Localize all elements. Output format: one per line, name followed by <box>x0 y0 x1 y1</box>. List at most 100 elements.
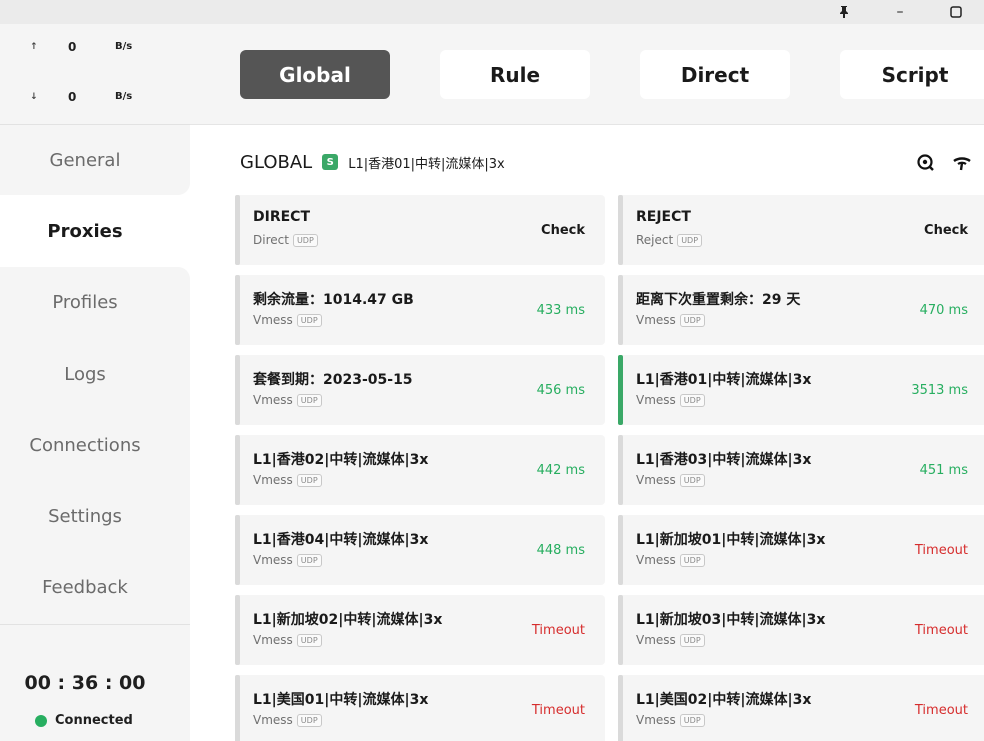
proxy-name: L1|香港01|中转|流媒体|3x <box>636 372 812 388</box>
udp-badge: UDP <box>296 473 322 487</box>
card-indicator <box>235 275 240 345</box>
status-dot-icon <box>35 714 47 727</box>
group-current-proxy: L1|香港01|中转|流媒体|3x <box>348 156 505 172</box>
proxy-type: Vmess <box>636 393 676 407</box>
udp-badge: UDP <box>679 633 705 647</box>
proxy-card[interactable]: L1|新加坡03|中转|流媒体|3x Vmess UDP Timeout <box>618 595 984 665</box>
proxy-meta: Vmess UDP <box>636 393 705 407</box>
proxy-meta: Vmess UDP <box>253 553 322 567</box>
check-button[interactable]: Check <box>541 223 585 238</box>
maximize-icon[interactable] <box>936 0 976 24</box>
download-arrow-icon: ↓ <box>30 92 38 102</box>
card-indicator <box>618 675 623 741</box>
main-panel: Global Rule Direct Script GLOBAL S L1|香港… <box>190 24 984 741</box>
proxy-type: Vmess <box>253 633 293 647</box>
udp-badge: UDP <box>296 633 322 647</box>
delay-value[interactable]: 448 ms <box>537 543 585 558</box>
proxy-card[interactable]: 距离下次重置剩余：29 天 Vmess UDP 470 ms <box>618 275 984 345</box>
proxy-card[interactable]: L1|香港03|中转|流媒体|3x Vmess UDP 451 ms <box>618 435 984 505</box>
delay-value[interactable]: Timeout <box>915 623 968 638</box>
connection-label: Connected <box>55 713 133 728</box>
proxy-type: Reject <box>636 233 674 247</box>
delay-value[interactable]: 433 ms <box>537 303 585 318</box>
proxy-name: 距离下次重置剩余：29 天 <box>636 292 801 308</box>
mode-script-button[interactable]: Script <box>840 50 984 99</box>
sidebar: ↑ 0 B/s ↓ 0 B/s General Proxies Profiles… <box>0 24 190 741</box>
mode-rule-button[interactable]: Rule <box>440 50 590 99</box>
proxy-card[interactable]: L1|美国01|中转|流媒体|3x Vmess UDP Timeout <box>235 675 605 741</box>
proxy-meta: Vmess UDP <box>253 633 322 647</box>
delay-value[interactable]: 442 ms <box>537 463 585 478</box>
proxy-group-header[interactable]: GLOBAL S L1|香港01|中转|流媒体|3x <box>240 150 505 174</box>
proxy-card[interactable]: L1|新加坡02|中转|流媒体|3x Vmess UDP Timeout <box>235 595 605 665</box>
delay-value[interactable]: 456 ms <box>537 383 585 398</box>
nav-item-connections[interactable]: Connections <box>0 435 170 456</box>
proxy-card[interactable]: 套餐到期：2023-05-15 Vmess UDP 456 ms <box>235 355 605 425</box>
card-indicator <box>235 595 240 665</box>
proxy-meta: Direct UDP <box>253 233 318 247</box>
title-bar: – <box>0 0 984 24</box>
proxy-name: REJECT <box>636 209 691 225</box>
nav-item-general[interactable]: General <box>0 150 170 171</box>
proxy-card[interactable]: DIRECT Direct UDP Check <box>235 195 605 265</box>
traffic-panel: ↑ 0 B/s ↓ 0 B/s <box>0 24 190 124</box>
card-indicator <box>618 275 623 345</box>
card-indicator <box>235 195 240 265</box>
locate-icon[interactable] <box>916 152 936 172</box>
card-indicator <box>235 675 240 741</box>
delay-value[interactable]: Timeout <box>915 703 968 718</box>
proxy-type: Vmess <box>636 473 676 487</box>
delay-value[interactable]: 3513 ms <box>911 383 968 398</box>
nav-item-feedback[interactable]: Feedback <box>0 577 170 598</box>
proxy-meta: Vmess UDP <box>636 713 705 727</box>
udp-badge: UDP <box>296 393 322 407</box>
card-indicator <box>235 435 240 505</box>
check-button[interactable]: Check <box>924 223 968 238</box>
pin-icon[interactable] <box>824 0 864 24</box>
speed-test-icon[interactable] <box>952 152 972 172</box>
delay-value[interactable]: Timeout <box>915 543 968 558</box>
proxy-meta: Vmess UDP <box>253 473 322 487</box>
nav-item-settings[interactable]: Settings <box>0 506 170 527</box>
nav-item-proxies[interactable]: Proxies <box>0 221 170 242</box>
proxy-type: Vmess <box>253 713 293 727</box>
udp-badge: UDP <box>679 393 705 407</box>
delay-value[interactable]: Timeout <box>532 623 585 638</box>
mode-direct-button[interactable]: Direct <box>640 50 790 99</box>
group-type-badge: S <box>322 154 339 170</box>
proxy-meta: Vmess UDP <box>253 393 322 407</box>
udp-badge: UDP <box>679 313 705 327</box>
delay-value[interactable]: Timeout <box>532 703 585 718</box>
proxy-card[interactable]: L1|香港01|中转|流媒体|3x Vmess UDP 3513 ms <box>618 355 984 425</box>
proxy-meta: Vmess UDP <box>636 473 705 487</box>
card-indicator <box>235 355 240 425</box>
group-name: GLOBAL <box>240 151 313 173</box>
udp-badge: UDP <box>292 233 318 247</box>
proxy-card[interactable]: 剩余流量：1014.47 GB Vmess UDP 433 ms <box>235 275 605 345</box>
proxy-card[interactable]: L1|香港02|中转|流媒体|3x Vmess UDP 442 ms <box>235 435 605 505</box>
nav-item-profiles[interactable]: Profiles <box>0 292 170 313</box>
divider <box>190 124 984 125</box>
delay-value[interactable]: 470 ms <box>920 303 968 318</box>
card-indicator <box>618 595 623 665</box>
proxy-meta: Vmess UDP <box>636 633 705 647</box>
connection-status: Connected <box>35 713 133 728</box>
delay-value[interactable]: 451 ms <box>920 463 968 478</box>
proxy-type: Vmess <box>253 553 293 567</box>
proxy-type: Vmess <box>253 473 293 487</box>
proxy-card[interactable]: L1|美国02|中转|流媒体|3x Vmess UDP Timeout <box>618 675 984 741</box>
proxy-card[interactable]: REJECT Reject UDP Check <box>618 195 984 265</box>
mode-bar: Global Rule Direct Script <box>190 24 984 124</box>
proxy-type: Vmess <box>636 713 676 727</box>
minimize-button[interactable]: – <box>880 0 920 24</box>
proxy-card[interactable]: L1|香港04|中转|流媒体|3x Vmess UDP 448 ms <box>235 515 605 585</box>
download-value: 0 <box>68 90 77 104</box>
card-indicator <box>618 435 623 505</box>
card-indicator <box>618 515 623 585</box>
proxy-card[interactable]: L1|新加坡01|中转|流媒体|3x Vmess UDP Timeout <box>618 515 984 585</box>
uptime-clock: 00 : 36 : 00 <box>24 672 146 694</box>
mode-global-button[interactable]: Global <box>240 50 390 99</box>
proxy-type: Vmess <box>636 553 676 567</box>
nav-item-logs[interactable]: Logs <box>0 364 170 385</box>
proxy-meta: Vmess UDP <box>636 313 705 327</box>
